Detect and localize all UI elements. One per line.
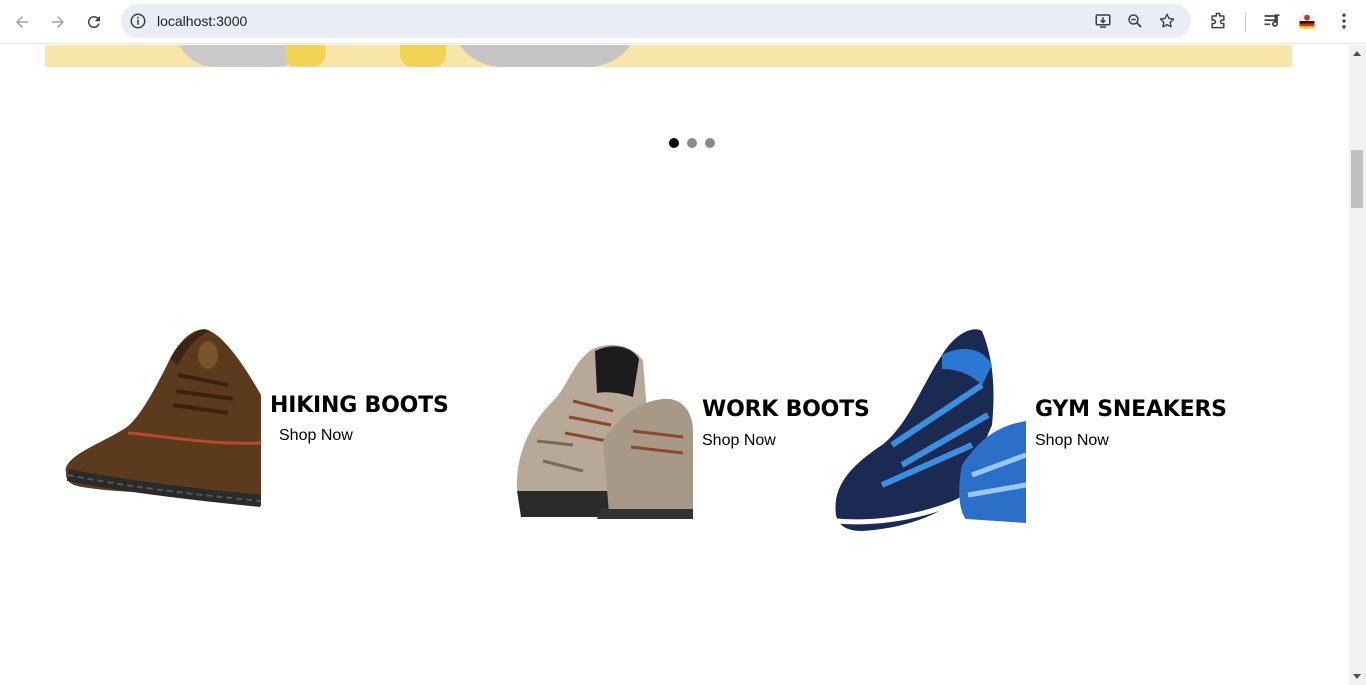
shop-now-link-hiking[interactable]: Shop Now (279, 427, 353, 445)
carousel-dot-2[interactable] (687, 138, 697, 148)
back-icon (16, 16, 28, 28)
toolbar-separator (1245, 12, 1246, 32)
carousel-dots (669, 138, 715, 148)
reload-icon (87, 16, 100, 29)
carousel-dot-3[interactable] (705, 138, 715, 148)
url-text: localhost:3000 (157, 13, 248, 29)
page-content: HIKING BOOTS Shop Now WORK BOOTS Shop No… (0, 45, 1349, 685)
scrollbar-thumb[interactable] (1351, 150, 1363, 208)
scroll-up-arrow-icon[interactable] (1353, 51, 1361, 56)
browser-toolbar: localhost:3000 (0, 0, 1366, 44)
zoom-icon[interactable] (1126, 12, 1144, 30)
site-info-icon[interactable] (129, 12, 147, 30)
gym-sneaker-image (835, 329, 1026, 531)
address-bar[interactable]: localhost:3000 (121, 4, 1191, 38)
back-button[interactable] (9, 9, 35, 35)
shop-now-link-work[interactable]: Shop Now (702, 432, 776, 450)
category-title-hiking: HIKING BOOTS (270, 393, 449, 418)
extensions-icon[interactable] (1208, 11, 1228, 31)
menu-kebab-icon[interactable] (1334, 11, 1354, 31)
bookmark-star-icon[interactable] (1158, 12, 1176, 30)
reload-button[interactable] (81, 9, 107, 35)
profile-avatar[interactable] (1297, 11, 1317, 31)
install-app-icon[interactable] (1094, 12, 1112, 30)
work-boot-image (516, 345, 693, 519)
scroll-down-arrow-icon[interactable] (1353, 674, 1361, 679)
hero-banner-image (45, 45, 1292, 67)
shop-now-link-gym[interactable]: Shop Now (1035, 432, 1109, 450)
reading-list-icon[interactable] (1262, 11, 1282, 31)
hiking-boot-image (65, 329, 261, 507)
forward-button[interactable] (45, 9, 71, 35)
carousel-dot-1[interactable] (669, 138, 679, 148)
forward-icon (52, 16, 64, 28)
page-scrollbar[interactable] (1349, 45, 1366, 685)
category-title-gym: GYM SNEAKERS (1035, 397, 1227, 422)
